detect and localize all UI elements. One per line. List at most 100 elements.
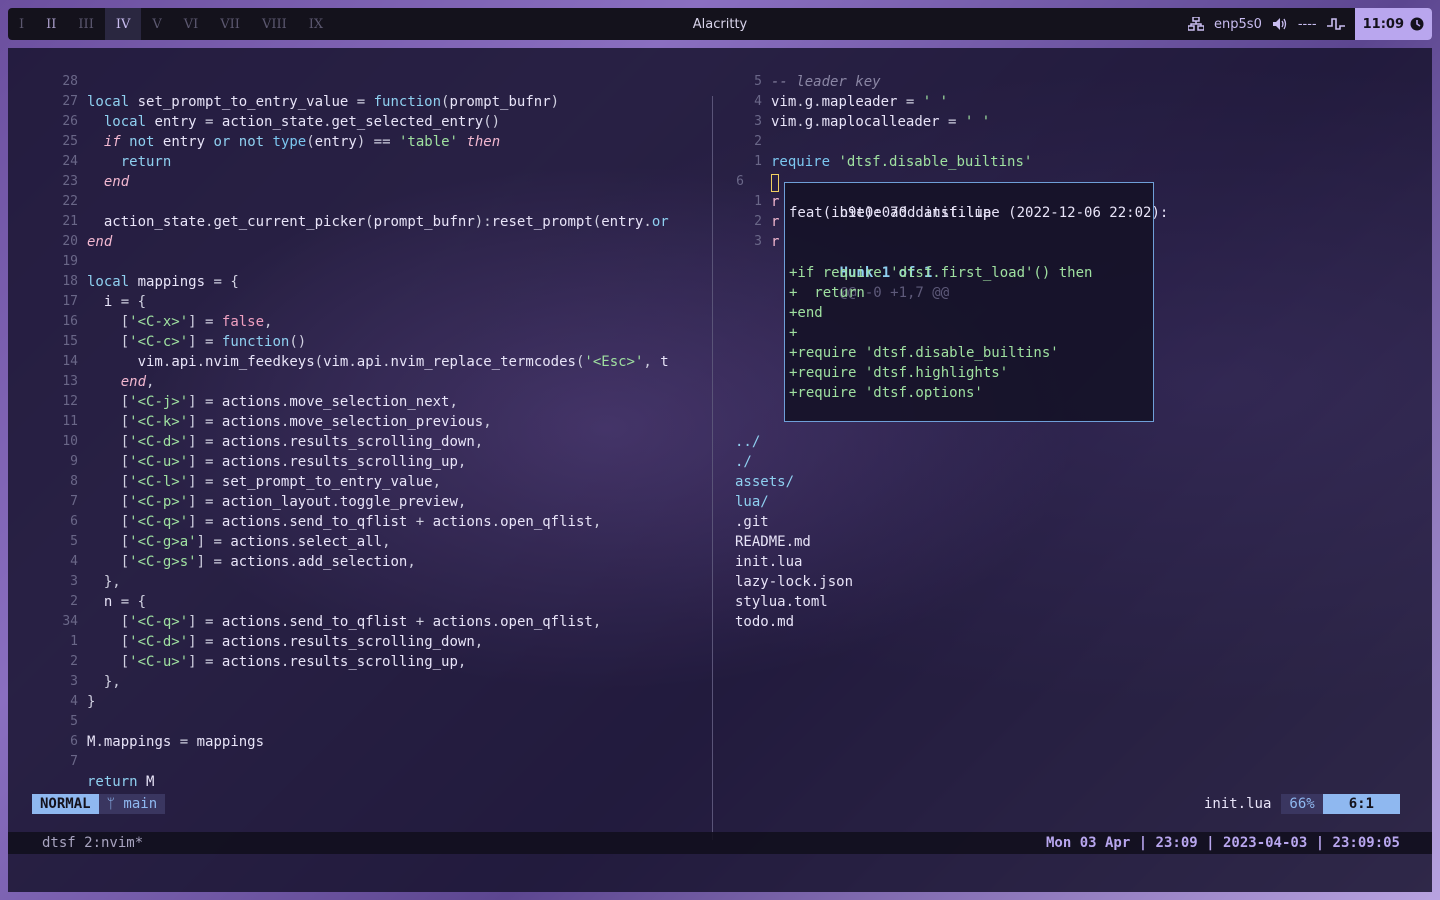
line-number: 6 [736,174,744,189]
statusline-filename: init.lua [1203,796,1272,812]
mode-indicator: NORMAL [32,794,99,814]
system-tray: enp5s0 ---- 11:09 [1188,8,1432,40]
workspace-list: I II III IV V VI VII VIII IX [8,8,334,40]
line-number: 24 [62,154,78,169]
line-number: 3 [70,574,78,589]
file-entry[interactable]: README.md [735,532,811,552]
file-entry[interactable]: stylua.toml [735,592,828,612]
code-line[interactable]: r [771,232,779,252]
code-line[interactable]: ['<C-x>'] = false, [87,312,273,332]
workspace-9[interactable]: IX [298,8,334,40]
code-line[interactable]: local set_prompt_to_entry_value = functi… [87,92,559,112]
code-line[interactable]: ['<C-k>'] = actions.move_selection_previ… [87,412,492,432]
code-line[interactable]: vim.api.nvim_feedkeys(vim.api.nvim_repla… [87,352,669,372]
line-number: 28 [62,74,78,89]
code-line[interactable]: end, [87,372,155,392]
statusline-left: NORMAL ᛘ main [32,794,166,814]
line-number: 11 [62,414,78,429]
line-number: 7 [70,754,78,769]
code-line[interactable]: ['<C-g>a'] = actions.select_all, [87,532,391,552]
workspace-4[interactable]: IV [104,8,142,40]
line-number: 34 [62,614,78,629]
file-entry[interactable]: lazy-lock.json [735,572,853,592]
terminal-window[interactable]: 28 27 26 25 24 23 22 21 20 19 18 17 16 15 14 13 12 11 10 9 8… [8,48,1432,892]
code-line[interactable]: action_state.get_current_picker(prompt_b… [87,212,669,232]
code-line[interactable]: M.mappings = mappings [87,732,264,752]
line-number: 2 [754,134,762,149]
diff-line: +end [789,305,823,321]
code-line[interactable]: vim.g.mapleader = ' ' [771,92,948,112]
code-line[interactable]: ['<C-q>'] = actions.send_to_qflist + act… [87,512,602,532]
line-number: 3 [754,114,762,129]
line-number: 6 [70,734,78,749]
volume-icon[interactable] [1272,17,1288,31]
code-line[interactable]: ['<C-p>'] = action_layout.toggle_preview… [87,492,467,512]
code-line[interactable]: if not entry or not type(entry) == 'tabl… [87,132,500,152]
workspace-2[interactable]: II [35,8,67,40]
code-line[interactable]: return M [87,772,154,792]
code-line[interactable]: ['<C-u>'] = actions.results_scrolling_up… [87,452,467,472]
code-line[interactable]: -- leader key [771,72,881,92]
blame-header: b9e0e070 datsfilipe (2022-12-06 22:02): [789,183,1169,221]
file-entry[interactable]: ./ [735,452,752,472]
code-line[interactable]: } [87,692,95,712]
tmux-session[interactable]: dtsf 2:nvim* [42,832,143,854]
code-line[interactable]: end [87,232,112,252]
hunk-header: Hunk 1 of 1 @@ -0 +1,7 @@ [789,243,950,301]
line-number: 20 [62,234,78,249]
diff-line: +if require 'dtsf.first_load'() then [789,265,1093,281]
code-line[interactable]: }, [87,572,121,592]
network-label[interactable]: enp5s0 [1214,17,1262,32]
code-line[interactable]: require 'dtsf.disable_builtins' [771,152,1032,172]
line-number: 22 [62,194,78,209]
code-line[interactable]: r [771,212,779,232]
code-line[interactable]: end [87,172,129,192]
code-line[interactable]: local entry = action_state.get_selected_… [87,112,500,132]
line-number: 4 [754,94,762,109]
code-line[interactable]: local mappings = { [87,272,239,292]
code-line[interactable]: vim.g.maplocalleader = ' ' [771,112,990,132]
clock[interactable]: 11:09 [1354,8,1432,40]
diff-line: +require 'dtsf.disable_builtins' [789,345,1059,361]
code-line[interactable]: ['<C-d>'] = actions.results_scrolling_do… [87,632,484,652]
workspace-1[interactable]: I [8,8,35,40]
code-line[interactable]: i = { [87,292,146,312]
volume-level: ---- [1297,16,1317,32]
line-number: 13 [62,374,78,389]
code-line[interactable]: ['<C-g>s'] = actions.add_selection, [87,552,416,572]
code-line[interactable]: }, [87,672,121,692]
diff-line: + [789,325,798,341]
file-entry[interactable]: todo.md [735,612,794,632]
diff-line: +require 'dtsf.highlights' [789,365,1009,381]
code-line[interactable]: ['<C-l>'] = set_prompt_to_entry_value, [87,472,441,492]
code-line[interactable]: ['<C-u>'] = actions.results_scrolling_up… [87,652,467,672]
file-entry[interactable]: assets/ [735,472,794,492]
line-number: 2 [70,594,78,609]
code-line[interactable]: return [87,152,172,172]
workspace-3[interactable]: III [67,8,104,40]
file-entry[interactable]: .git [735,512,769,532]
line-number: 16 [62,314,78,329]
clock-time: 11:09 [1362,16,1404,32]
workspace-7[interactable]: VII [209,8,251,40]
blame-message: feat(init): add init.lua [789,205,992,221]
line-number: 21 [62,214,78,229]
line-number: 5 [754,74,762,89]
code-line[interactable]: r [771,192,779,212]
code-line[interactable]: ['<C-j>'] = actions.move_selection_next, [87,392,458,412]
code-line[interactable]: ['<C-c>'] = function() [87,332,306,352]
workspace-5[interactable]: V [141,8,172,40]
code-line[interactable]: ['<C-d>'] = actions.results_scrolling_do… [87,432,484,452]
file-entry[interactable]: lua/ [735,492,769,512]
line-number: 23 [62,174,78,189]
workspace-8[interactable]: VIII [251,8,298,40]
workspace-6[interactable]: VI [173,8,210,40]
tmux-statusbar: dtsf 2:nvim* Mon 03 Apr | 23:09 | 2023-0… [8,832,1432,854]
file-entry[interactable]: init.lua [735,552,802,572]
code-line[interactable]: n = { [87,592,146,612]
branch-icon: ᛘ [106,796,124,812]
line-number: 3 [70,674,78,689]
code-line[interactable]: ['<C-q>'] = actions.send_to_qflist + act… [87,612,602,632]
file-entry[interactable]: ../ [735,432,760,452]
statusline-percent: 66% [1281,794,1323,814]
